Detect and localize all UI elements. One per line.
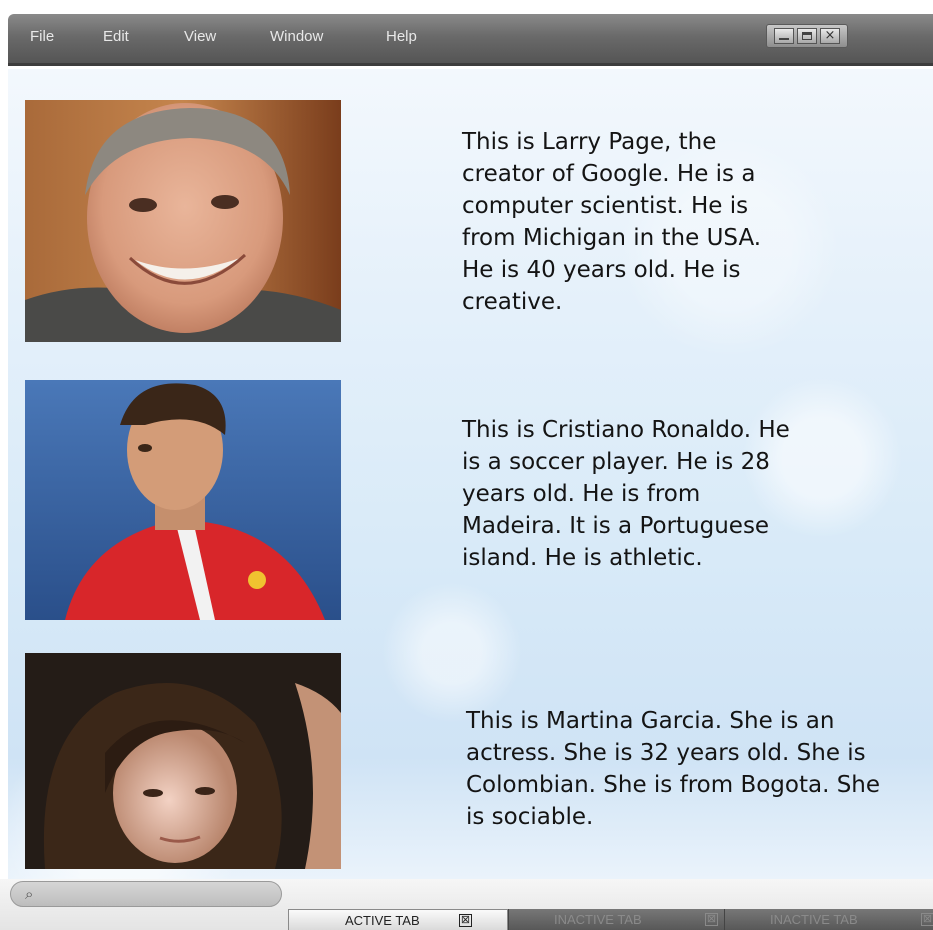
menu-help[interactable]: Help [386, 28, 417, 45]
search-icon: ⌕ [25, 885, 34, 903]
minimize-button[interactable] [774, 28, 794, 44]
cristiano-ronaldo-photo [25, 380, 341, 620]
tab-close-icon[interactable]: ⊠ [705, 913, 718, 926]
close-button[interactable]: × [820, 28, 840, 44]
menu-edit[interactable]: Edit [103, 28, 129, 45]
bottom-bar: ⌕ ACTIVE TAB ⊠ INACTIVE TAB ⊠ INACTIVE T… [0, 879, 933, 930]
martina-garcia-photo [25, 653, 341, 869]
tab-close-icon[interactable]: ⊠ [921, 913, 933, 926]
tab-label: INACTIVE TAB [554, 912, 642, 927]
content-area: This is Larry Page, the creator of Googl… [8, 69, 933, 879]
martina-garcia-bio: This is Martina Garcia. She is an actres… [466, 708, 881, 830]
tab-active[interactable]: ACTIVE TAB ⊠ [288, 909, 508, 930]
tab-inactive-2[interactable]: INACTIVE TAB ⊠ [724, 909, 933, 930]
search-input[interactable]: ⌕ [10, 881, 282, 907]
window-controls: × [766, 24, 848, 48]
cristiano-ronaldo-bio: This is Cristiano Ronaldo. He is a socce… [462, 417, 790, 571]
menu-view[interactable]: View [184, 28, 216, 45]
tab-label: ACTIVE TAB [345, 913, 420, 928]
tab-close-icon[interactable]: ⊠ [459, 914, 472, 927]
maximize-button[interactable] [797, 28, 817, 44]
tab-inactive-1[interactable]: INACTIVE TAB ⊠ [508, 909, 724, 930]
tab-label: INACTIVE TAB [770, 912, 858, 927]
menu-file[interactable]: File [30, 28, 54, 45]
larry-page-photo [25, 100, 341, 342]
menu-window[interactable]: Window [270, 28, 323, 45]
larry-page-bio: This is Larry Page, the creator of Googl… [462, 129, 762, 315]
menu-bar: File Edit View Window Help × [8, 14, 933, 66]
